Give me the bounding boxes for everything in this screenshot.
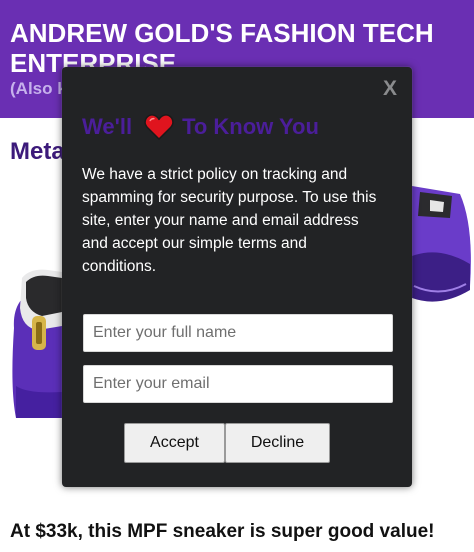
section-heading: Meta xyxy=(10,138,65,165)
site-subtitle: (Also k xyxy=(10,79,67,98)
email-input[interactable] xyxy=(83,365,393,403)
decline-button[interactable]: Decline xyxy=(225,423,330,463)
modal-title-part-2: To Know You xyxy=(182,114,319,139)
modal-title: We'll To Know You xyxy=(82,113,319,141)
policy-text: We have a strict policy on tracking and … xyxy=(82,166,377,275)
close-button[interactable]: X xyxy=(383,77,397,101)
full-name-input[interactable] xyxy=(83,314,393,352)
heart-icon xyxy=(144,114,174,140)
consent-modal: X We'll To Know You We have a strict pol… xyxy=(62,67,412,487)
promo-text: At $33k, this MPF sneaker is super good … xyxy=(10,521,435,542)
modal-title-part-1: We'll xyxy=(82,114,133,139)
accept-button[interactable]: Accept xyxy=(124,423,225,463)
